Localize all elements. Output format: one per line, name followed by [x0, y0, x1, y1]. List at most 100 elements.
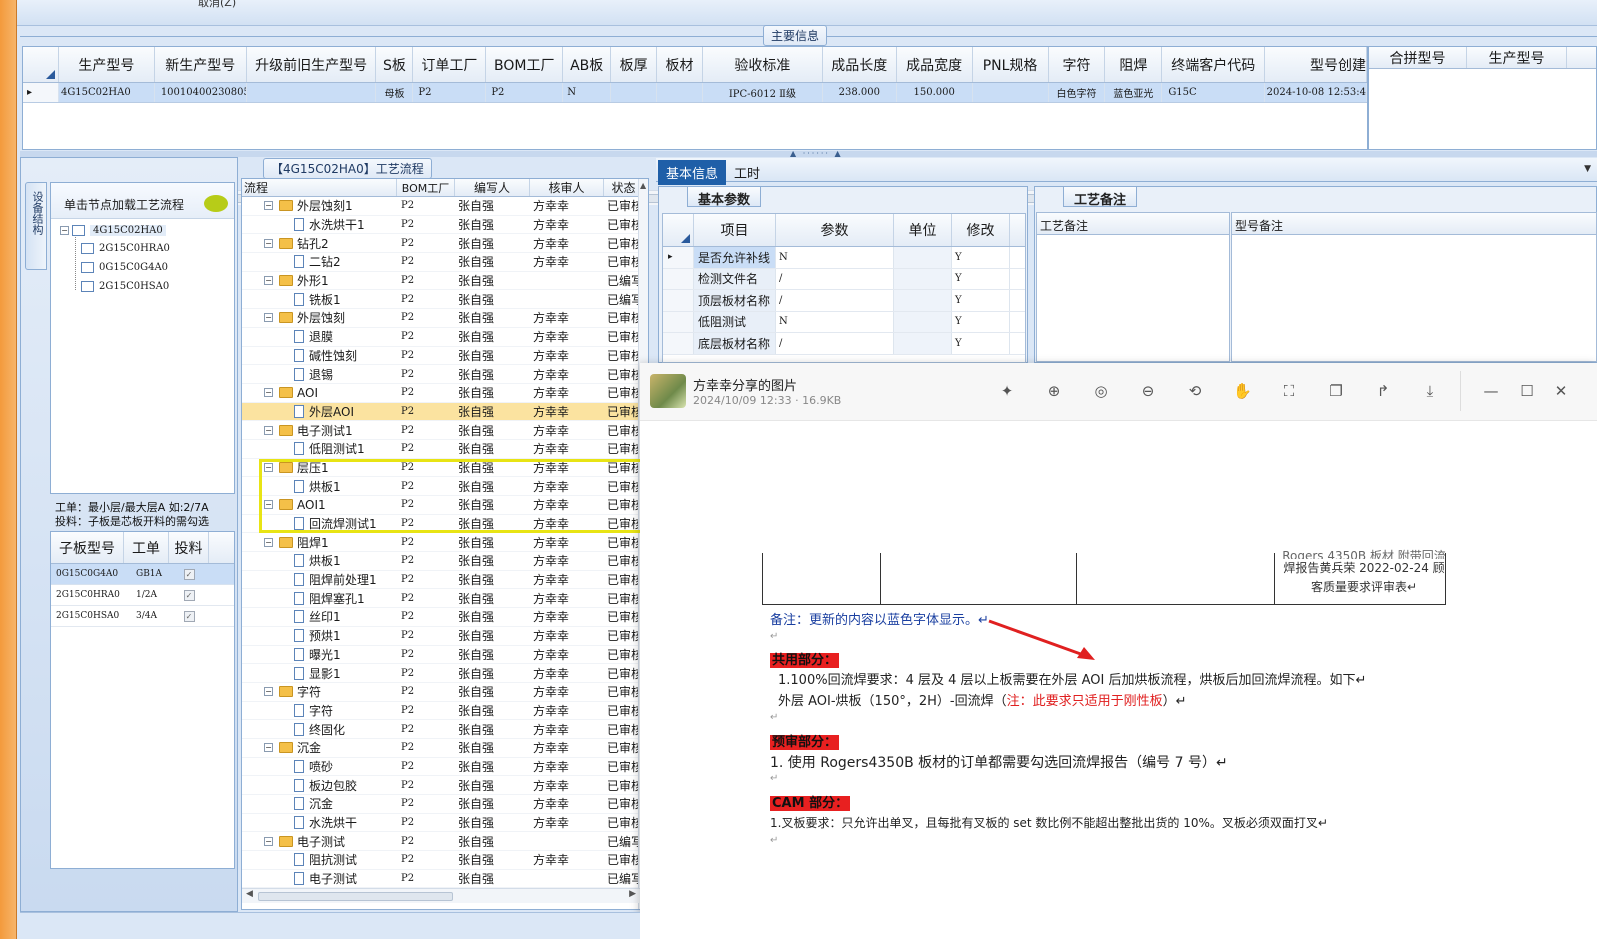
- cell[interactable]: /: [776, 290, 894, 311]
- cell[interactable]: [894, 311, 952, 332]
- model-note-box[interactable]: 型号备注: [1231, 212, 1597, 362]
- status-cell[interactable]: 已审核: [604, 739, 640, 756]
- cell[interactable]: 1/2A: [124, 590, 169, 600]
- bom-cell[interactable]: P2: [397, 387, 455, 398]
- collapse-icon[interactable]: −: [264, 238, 273, 248]
- process-row[interactable]: − 电子测试1 P2 张自强 方幸幸 已审核: [242, 421, 648, 440]
- copy-icon[interactable]: ❐: [1327, 382, 1345, 400]
- tree-node[interactable]: 2G15C0HRA0: [81, 243, 170, 254]
- bom-cell[interactable]: P2: [397, 219, 455, 230]
- checkbox-icon[interactable]: ✓: [183, 568, 195, 580]
- writer-cell[interactable]: 张自强: [455, 571, 530, 588]
- bom-cell[interactable]: P2: [397, 200, 455, 211]
- cell[interactable]: N: [563, 83, 612, 102]
- reviewer-cell[interactable]: 方幸幸: [530, 758, 604, 775]
- cut-menu-text[interactable]: 取消(Z): [198, 0, 236, 10]
- status-cell[interactable]: 已审核: [604, 777, 640, 794]
- process-row[interactable]: 阻抗测试 P2 张自强 方幸幸 已审核: [242, 851, 648, 870]
- process-row[interactable]: 显影1 P2 张自强 方幸幸 已审核: [242, 664, 648, 683]
- cell[interactable]: [894, 333, 952, 354]
- process-name-cell[interactable]: 阻焊前处理1: [242, 571, 397, 589]
- status-cell[interactable]: 已审核: [604, 422, 640, 439]
- col-header[interactable]: 核审人: [530, 179, 604, 196]
- reviewer-cell[interactable]: 方幸幸: [530, 571, 604, 588]
- cell[interactable]: 母板: [376, 83, 414, 102]
- status-cell[interactable]: 已审核: [604, 721, 640, 738]
- param-row[interactable]: 检测文件名 / Y: [663, 268, 1025, 290]
- col-header[interactable]: 板材: [657, 47, 704, 82]
- rotate-icon[interactable]: ⟲: [1186, 382, 1204, 400]
- scroll-right-icon[interactable]: ▶: [629, 889, 636, 899]
- tree-node[interactable]: 2G15C0HSA0: [81, 281, 169, 292]
- hand-icon[interactable]: ✋: [1233, 382, 1252, 400]
- bom-cell[interactable]: P2: [397, 555, 455, 566]
- cell[interactable]: /: [776, 268, 894, 289]
- process-name-cell[interactable]: − 外层蚀刻: [242, 309, 397, 327]
- writer-cell[interactable]: 张自强: [455, 833, 530, 850]
- share-icon[interactable]: ↱: [1374, 382, 1392, 400]
- cell[interactable]: 蓝色亚光: [1105, 83, 1163, 102]
- process-name-cell[interactable]: 水洗烘干: [242, 814, 397, 832]
- status-cell[interactable]: 已审核: [604, 216, 640, 233]
- collapse-icon[interactable]: −: [264, 743, 273, 753]
- process-name-cell[interactable]: − 外形1: [242, 272, 397, 290]
- bom-cell[interactable]: P2: [397, 537, 455, 548]
- writer-cell[interactable]: 张自强: [455, 272, 530, 289]
- process-name-cell[interactable]: 电子测试: [242, 870, 397, 888]
- cell[interactable]: 2G15C0HRA0: [51, 590, 124, 600]
- col-header[interactable]: 成品宽度: [897, 47, 973, 82]
- reviewer-cell[interactable]: 方幸幸: [530, 683, 604, 700]
- col-header[interactable]: 编写人: [455, 179, 530, 196]
- status-cell[interactable]: 已审核: [604, 758, 640, 775]
- reviewer-cell[interactable]: 方幸幸: [530, 814, 604, 831]
- process-row[interactable]: 板边包胶 P2 张自强 方幸幸 已审核: [242, 776, 648, 795]
- reviewer-cell[interactable]: 方幸幸: [530, 721, 604, 738]
- bom-cell[interactable]: P2: [397, 256, 455, 267]
- col-header[interactable]: 生产型号: [59, 47, 155, 82]
- status-cell[interactable]: 已审核: [604, 235, 640, 252]
- collapse-icon[interactable]: −: [60, 226, 69, 235]
- writer-cell[interactable]: 张自强: [455, 235, 530, 252]
- process-name-cell[interactable]: 字符: [242, 702, 397, 720]
- bom-cell[interactable]: P2: [397, 817, 455, 828]
- cell[interactable]: Y: [952, 333, 1010, 354]
- writer-cell[interactable]: 张自强: [455, 870, 530, 887]
- reviewer-cell[interactable]: 方幸幸: [530, 366, 604, 383]
- process-name-cell[interactable]: 阻焊塞孔1: [242, 589, 397, 607]
- writer-cell[interactable]: 张自强: [455, 366, 530, 383]
- process-row[interactable]: 沉金 P2 张自强 方幸幸 已审核: [242, 795, 648, 814]
- reviewer-cell[interactable]: 方幸幸: [530, 627, 604, 644]
- col-header[interactable]: 阻焊: [1105, 47, 1163, 82]
- writer-cell[interactable]: 张自强: [455, 534, 530, 551]
- col-header[interactable]: BOM工厂: [397, 179, 455, 196]
- writer-cell[interactable]: 张自强: [455, 309, 530, 326]
- process-row[interactable]: 阻焊塞孔1 P2 张自强 方幸幸 已审核: [242, 589, 648, 609]
- cell[interactable]: 白色字符: [1049, 83, 1106, 102]
- process-name-cell[interactable]: 外层AOI: [242, 403, 397, 421]
- col-header[interactable]: PNL规格: [973, 47, 1049, 82]
- download-icon[interactable]: ⤓: [1421, 382, 1439, 400]
- tree-node[interactable]: 0G15C0G4A0: [81, 262, 168, 273]
- process-name-cell[interactable]: 退膜: [242, 328, 397, 346]
- col-header[interactable]: 单位: [894, 214, 952, 246]
- zoom-in-icon[interactable]: ⊕: [1045, 382, 1063, 400]
- cell[interactable]: 3/4A: [124, 611, 169, 621]
- reviewer-cell[interactable]: 方幸幸: [530, 590, 604, 607]
- bom-cell[interactable]: P2: [397, 238, 455, 249]
- status-cell[interactable]: 已审核: [604, 534, 640, 551]
- process-name-cell[interactable]: 终固化: [242, 720, 397, 738]
- reviewer-cell[interactable]: 方幸幸: [530, 702, 604, 719]
- writer-cell[interactable]: 张自强: [455, 403, 530, 420]
- cell[interactable]: Y: [952, 290, 1010, 311]
- zoom-out-icon[interactable]: ⊖: [1139, 382, 1157, 400]
- process-name-cell[interactable]: 丝印1: [242, 608, 397, 626]
- process-row[interactable]: 喷砂 P2 张自强 方幸幸 已审核: [242, 758, 648, 777]
- bom-cell[interactable]: P2: [397, 630, 455, 641]
- main-grid-row[interactable]: ▸ 4G15C02HA0 10010400230805 母板 P2 P2 N I…: [23, 83, 1368, 103]
- col-header[interactable]: AB板: [563, 47, 612, 82]
- writer-cell[interactable]: 张自强: [455, 197, 530, 214]
- reviewer-cell[interactable]: 方幸幸: [530, 197, 604, 214]
- checkbox-icon[interactable]: ✓: [183, 589, 195, 601]
- writer-cell[interactable]: 张自强: [455, 627, 530, 644]
- col-header[interactable]: 生产型号: [1467, 47, 1567, 68]
